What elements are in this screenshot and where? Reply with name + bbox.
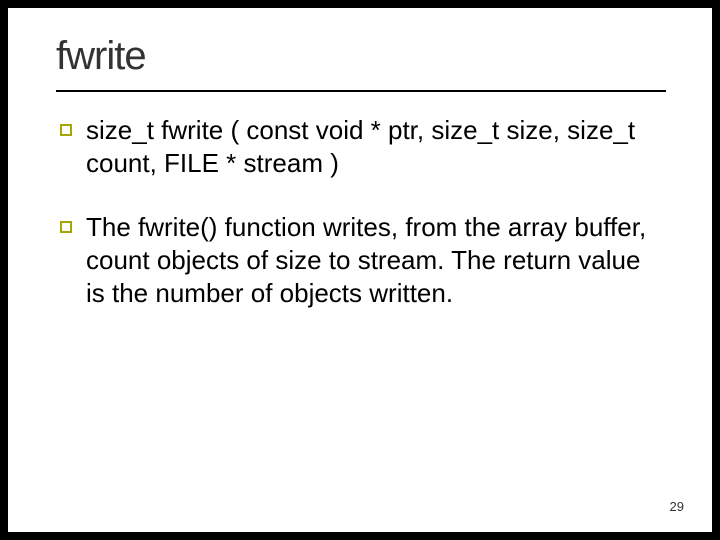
square-bullet-icon (60, 221, 76, 233)
slide-title: fwrite (56, 34, 146, 79)
page-number: 29 (670, 499, 684, 514)
slide: fwrite size_t fwrite ( const void * ptr,… (8, 8, 712, 532)
bullet-text: The fwrite() function writes, from the a… (86, 211, 664, 311)
bullet-item: The fwrite() function writes, from the a… (60, 211, 664, 311)
title-underline (56, 90, 666, 92)
bullet-text: size_t fwrite ( const void * ptr, size_t… (86, 114, 664, 181)
square-bullet-icon (60, 124, 76, 136)
slide-body: size_t fwrite ( const void * ptr, size_t… (60, 114, 664, 340)
bullet-item: size_t fwrite ( const void * ptr, size_t… (60, 114, 664, 181)
